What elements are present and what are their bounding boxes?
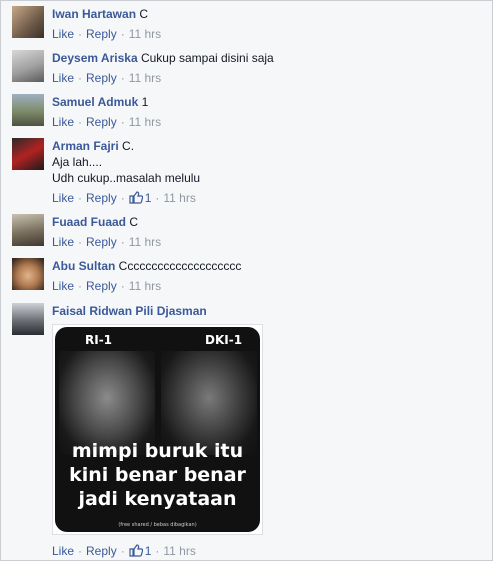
timestamp[interactable]: 11 hrs [129, 115, 161, 129]
comment-author[interactable]: Faisal Ridwan Pili Djasman [52, 304, 207, 318]
avatar[interactable] [12, 214, 44, 246]
separator-dot: · [120, 27, 125, 41]
comment-content: Arman Fajri C. [52, 138, 482, 154]
separator-dot: · [78, 279, 83, 293]
avatar[interactable] [12, 258, 44, 290]
comment-content: Deysem Ariska Cukup sampai disini saja [52, 50, 482, 66]
thumbs-up-icon [129, 544, 143, 557]
comment-text-line: Aja lah.... [52, 155, 103, 169]
poster-image: RI-1 DKI-1 mimpi buruk itu kini benar be… [55, 327, 260, 532]
separator-dot: · [120, 544, 125, 558]
comment-text-line: Udh cukup..masalah melulu [52, 171, 201, 185]
comment-content: Samuel Admuk 1 [52, 94, 482, 110]
comment-actions: Like · Reply · 1 · 11 hrs [52, 543, 196, 559]
poster-line: mimpi buruk itu [71, 440, 244, 462]
timestamp[interactable]: 11 hrs [129, 71, 161, 85]
timestamp[interactable]: 11 hrs [129, 27, 161, 41]
separator-dot: · [120, 235, 125, 249]
reply-button[interactable]: Reply [86, 115, 117, 129]
separator-dot: · [120, 71, 125, 85]
comment-actions: Like · Reply · 11 hrs [52, 70, 161, 86]
reply-button[interactable]: Reply [86, 191, 117, 205]
like-count-number: 1 [144, 544, 152, 558]
separator-dot: · [155, 191, 160, 205]
avatar[interactable] [12, 50, 44, 82]
poster-footnote: (free shared / bebas dibagikan) [118, 522, 197, 528]
timestamp[interactable]: 11 hrs [163, 544, 195, 558]
comment-actions: Like · Reply · 1 · 11 hrs [52, 190, 196, 206]
comment-content: Fuaad Fuaad C [52, 214, 482, 230]
thumbs-up-icon [129, 191, 143, 204]
separator-dot: · [155, 544, 160, 558]
like-button[interactable]: Like [52, 235, 74, 249]
poster-line: kini benar benar [69, 464, 246, 486]
comment-author[interactable]: Samuel Admuk [52, 95, 138, 109]
comment-author[interactable]: Iwan Hartawan [52, 7, 136, 21]
comment-content: Iwan Hartawan C [52, 6, 482, 22]
comment-author[interactable]: Abu Sultan [52, 259, 115, 273]
poster-line: jadi kenyataan [78, 488, 237, 510]
reply-button[interactable]: Reply [86, 544, 117, 558]
like-count[interactable]: 1 [129, 544, 152, 558]
like-button[interactable]: Like [52, 191, 74, 205]
separator-dot: · [78, 191, 83, 205]
comment-actions: Like · Reply · 11 hrs [52, 26, 161, 42]
comment-author[interactable]: Fuaad Fuaad [52, 215, 126, 229]
poster-headline: mimpi buruk itu kini benar benar jadi ke… [55, 439, 260, 511]
separator-dot: · [78, 115, 83, 129]
like-button[interactable]: Like [52, 544, 74, 558]
like-button[interactable]: Like [52, 27, 74, 41]
poster-label-right: DKI-1 [205, 333, 243, 347]
like-count-number: 1 [144, 191, 152, 205]
like-count[interactable]: 1 [129, 191, 152, 205]
comment-photo[interactable]: RI-1 DKI-1 mimpi buruk itu kini benar be… [52, 324, 263, 535]
poster-label-left: RI-1 [85, 333, 113, 347]
comment-actions: Like · Reply · 11 hrs [52, 114, 161, 130]
like-button[interactable]: Like [52, 71, 74, 85]
separator-dot: · [78, 235, 83, 249]
comment-text: C. [122, 139, 135, 153]
comment-actions: Like · Reply · 11 hrs [52, 234, 161, 250]
comment-text: Cukup sampai disini saja [140, 51, 274, 65]
comment-actions: Like · Reply · 11 hrs [52, 278, 161, 294]
comment-content: Abu Sultan Cccccccccccccccccccc [52, 258, 482, 274]
timestamp[interactable]: 11 hrs [163, 191, 195, 205]
comment-text: 1 [141, 95, 149, 109]
reply-button[interactable]: Reply [86, 235, 117, 249]
reply-button[interactable]: Reply [86, 279, 117, 293]
timestamp[interactable]: 11 hrs [129, 279, 161, 293]
separator-dot: · [120, 191, 125, 205]
separator-dot: · [78, 544, 83, 558]
comment-author[interactable]: Deysem Ariska [52, 51, 138, 65]
reply-button[interactable]: Reply [86, 27, 117, 41]
avatar[interactable] [12, 303, 44, 335]
like-button[interactable]: Like [52, 115, 74, 129]
avatar[interactable] [12, 138, 44, 170]
separator-dot: · [78, 71, 83, 85]
separator-dot: · [120, 115, 125, 129]
comment-author[interactable]: Arman Fajri [52, 139, 119, 153]
timestamp[interactable]: 11 hrs [129, 235, 161, 249]
like-button[interactable]: Like [52, 279, 74, 293]
separator-dot: · [120, 279, 125, 293]
avatar[interactable] [12, 94, 44, 126]
comment-text: C [139, 7, 149, 21]
avatar[interactable] [12, 6, 44, 38]
separator-dot: · [78, 27, 83, 41]
comment-text: Cccccccccccccccccccc [118, 259, 242, 273]
comment-text: C [129, 215, 139, 229]
comment-content: Faisal Ridwan Pili Djasman [52, 303, 482, 319]
reply-button[interactable]: Reply [86, 71, 117, 85]
